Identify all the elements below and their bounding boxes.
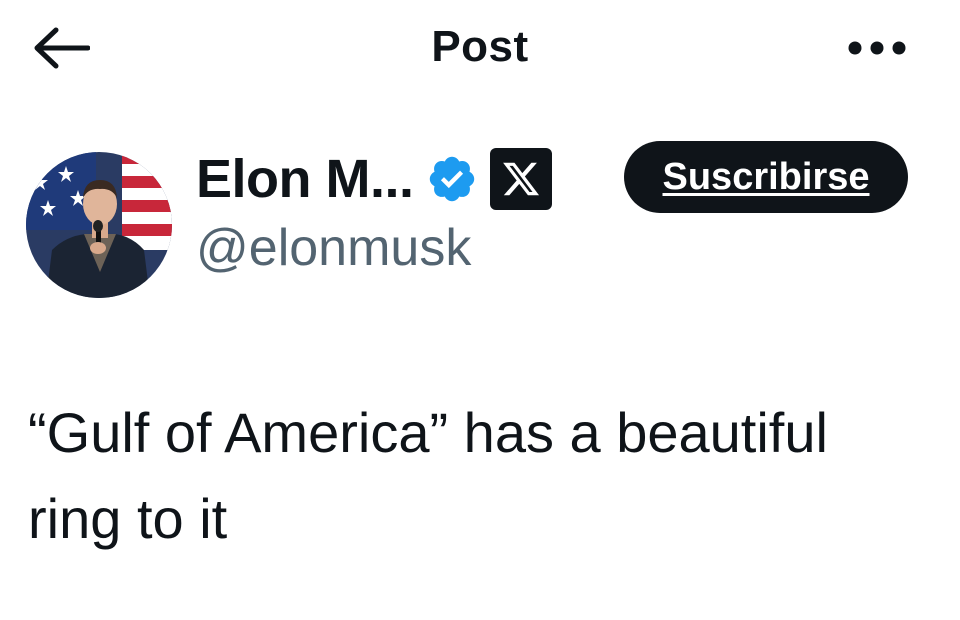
page-title: Post xyxy=(431,22,529,71)
author-display-name[interactable]: Elon M... xyxy=(196,148,414,210)
author-handle[interactable]: @elonmusk xyxy=(196,218,471,278)
avatar[interactable] xyxy=(26,152,172,298)
author-name-row[interactable]: Elon M... xyxy=(196,146,552,212)
post-text: “Gulf of America” has a beautiful ring t… xyxy=(28,401,828,550)
top-bar: Post xyxy=(0,0,960,100)
more-horizontal-icon xyxy=(848,41,906,55)
verified-badge-icon xyxy=(426,153,478,205)
more-options-button[interactable] xyxy=(842,30,912,66)
avatar-image xyxy=(26,152,172,298)
x-logo-icon xyxy=(489,148,552,210)
subscribe-button[interactable]: Suscribirse xyxy=(624,141,908,213)
